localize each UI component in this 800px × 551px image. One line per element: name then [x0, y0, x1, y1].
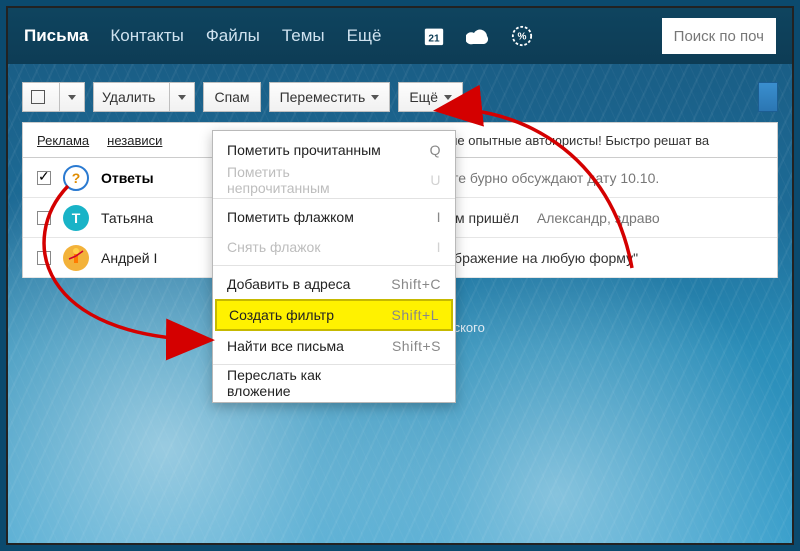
menu-item: Пометить непрочитаннымU [213, 165, 455, 195]
ad-label: Реклама [37, 133, 89, 148]
menu-item-label: Пометить флажком [227, 209, 354, 225]
nav-mail[interactable]: Письма [24, 26, 88, 46]
top-nav: Письма Контакты Файлы Темы Ещё 21 % Поис… [8, 8, 792, 64]
svg-text:21: 21 [429, 34, 441, 45]
toolbar: Удалить Спам Переместить Ещё [22, 82, 778, 112]
more-button[interactable]: Ещё [398, 82, 463, 112]
menu-item[interactable]: Создать фильтр Shift+L [215, 299, 453, 331]
more-menu: Пометить прочитаннымQПометить непрочитан… [212, 130, 456, 403]
avatar [63, 245, 89, 271]
menu-item-label: Пометить непрочитанным [227, 164, 385, 196]
mail-from: Ответы [101, 170, 171, 186]
menu-item[interactable]: Пометить флажком I [213, 202, 455, 232]
cloud-icon[interactable] [465, 23, 491, 49]
mail-snippet: Александр, здраво [537, 210, 660, 226]
ad-desc: латные опытные автоюристы! Быстро решат … [420, 133, 709, 148]
menu-item[interactable]: Найти все письма Shift+S [213, 331, 455, 361]
menu-item-label: Снять флажок [227, 239, 320, 255]
sidebar-right-button[interactable] [758, 82, 778, 112]
menu-separator [213, 364, 455, 365]
menu-separator [213, 265, 455, 266]
menu-item[interactable]: Добавить в адреса Shift+C [213, 269, 455, 299]
menu-item-label: Добавить в адреса [227, 276, 350, 292]
mail-from: Татьяна [101, 210, 171, 226]
menu-item-shortcut: I [385, 239, 441, 255]
avatar: ? [63, 165, 89, 191]
menu-separator [213, 198, 455, 199]
delete-button[interactable]: Удалить [93, 82, 195, 112]
menu-item-shortcut: Shift+L [383, 307, 439, 323]
menu-item-shortcut: Shift+C [385, 276, 441, 292]
nav-more[interactable]: Ещё [347, 26, 382, 46]
calendar-icon[interactable]: 21 [421, 23, 447, 49]
menu-item-shortcut: Shift+S [385, 338, 441, 354]
ad-topic: независи [107, 133, 162, 148]
mail-from: Андрей І [101, 250, 171, 266]
avatar: Т [63, 205, 89, 231]
nav-files[interactable]: Файлы [206, 26, 260, 46]
spam-button[interactable]: Спам [203, 82, 260, 112]
menu-item-label: Найти все письма [227, 338, 344, 354]
row-checkbox[interactable] [37, 251, 51, 265]
row-checkbox[interactable] [37, 211, 51, 225]
nav-contacts[interactable]: Контакты [110, 26, 183, 46]
menu-item-label: Пометить прочитанным [227, 142, 381, 158]
select-all-button[interactable] [22, 82, 85, 112]
menu-item-label: Создать фильтр [229, 307, 334, 323]
menu-item[interactable]: Переслать как вложение [213, 368, 455, 398]
move-button[interactable]: Переместить [269, 82, 391, 112]
svg-text:%: % [518, 32, 527, 43]
row-checkbox[interactable] [37, 171, 51, 185]
menu-item-label: Переслать как вложение [227, 367, 385, 399]
search-placeholder: Поиск по поч [674, 28, 764, 45]
menu-item: Снять флажок I [213, 232, 455, 262]
search-input[interactable]: Поиск по поч [662, 18, 776, 54]
menu-item[interactable]: Пометить прочитаннымQ [213, 135, 455, 165]
percent-icon[interactable]: % [509, 23, 535, 49]
menu-item-shortcut: I [385, 209, 441, 225]
menu-item-shortcut: U [385, 172, 441, 188]
menu-item-shortcut: Q [385, 142, 441, 158]
nav-themes[interactable]: Темы [282, 26, 325, 46]
